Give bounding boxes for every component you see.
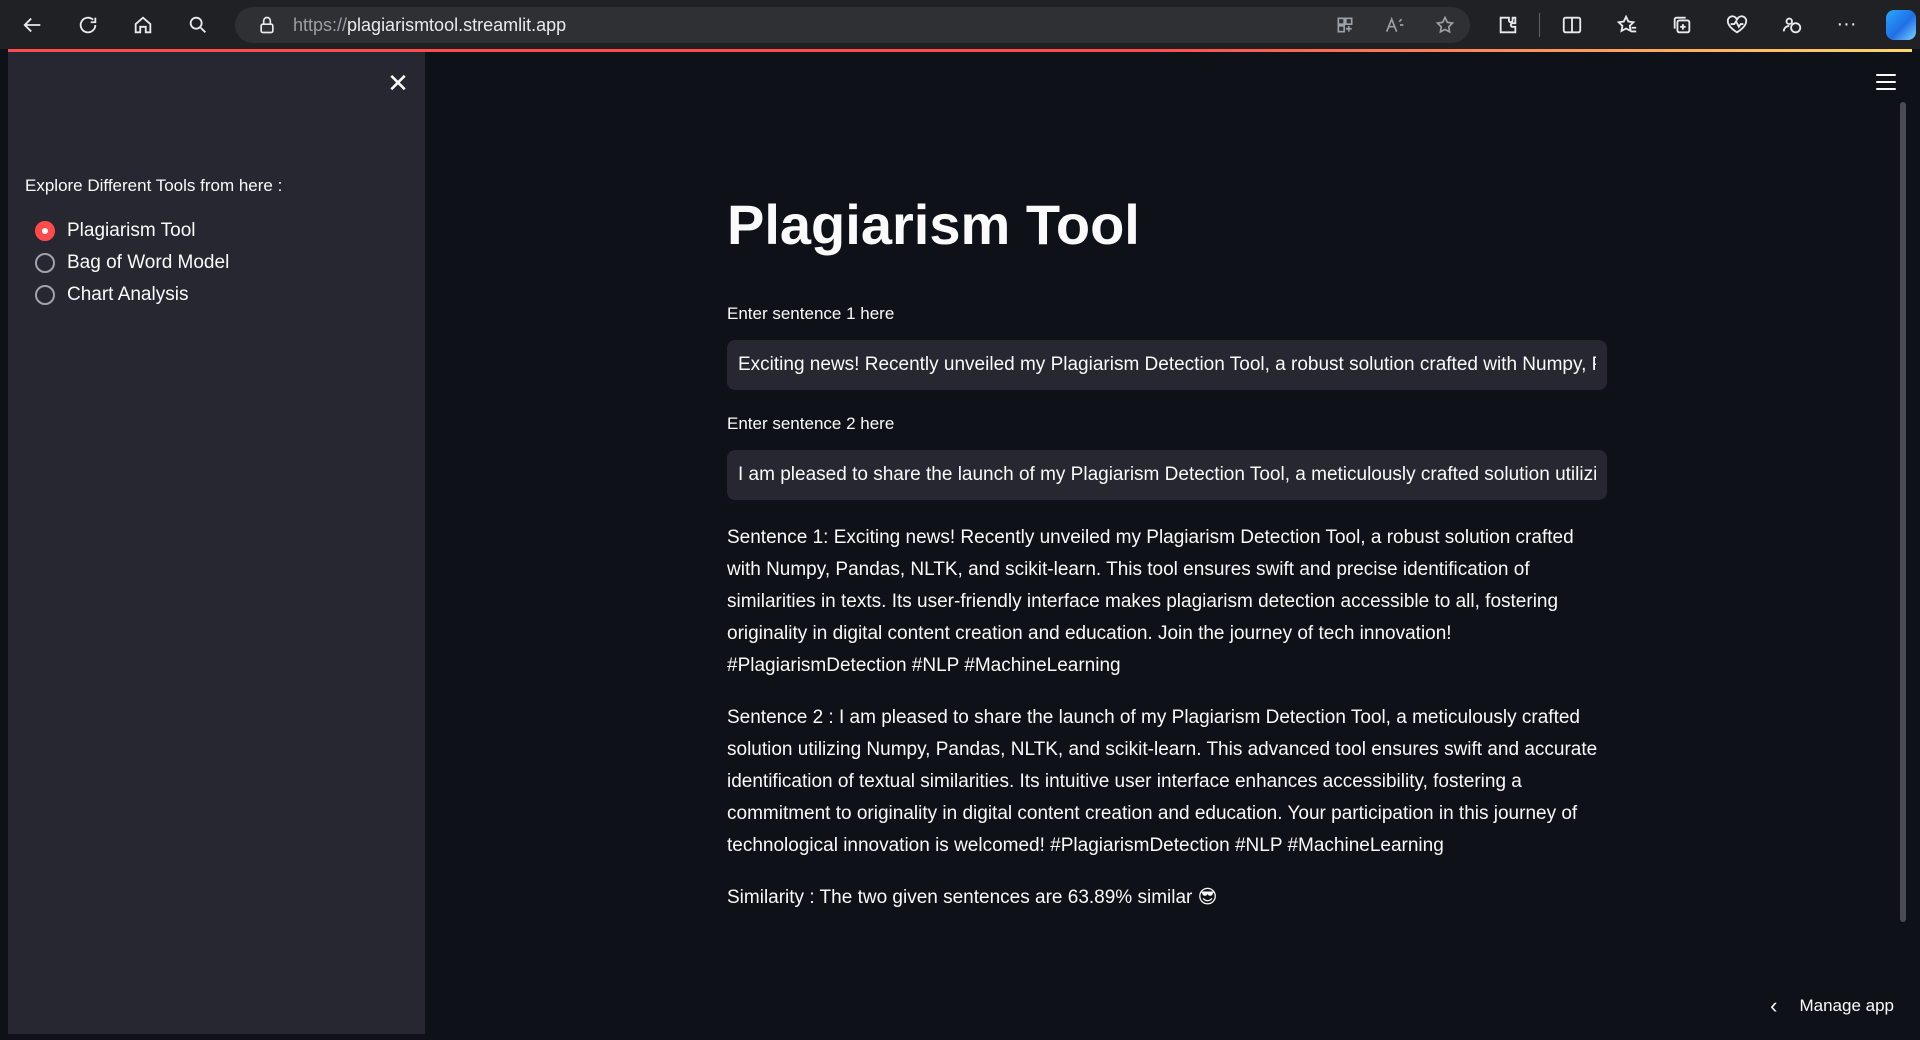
read-aloud-icon[interactable] (1370, 7, 1420, 43)
extensions-icon[interactable] (1480, 5, 1535, 45)
radio-unchecked-icon (35, 285, 55, 305)
sentence-1-input[interactable]: Exciting news! Recently unveiled my Plag… (727, 340, 1607, 390)
sidebar-radio-label: Explore Different Tools from here : (25, 176, 283, 195)
main-menu-button[interactable] (1874, 70, 1898, 94)
radio-option-label: Chart Analysis (67, 284, 189, 305)
close-icon: ✕ (387, 67, 409, 98)
browser-essentials-icon[interactable] (1709, 5, 1764, 45)
browser-toolbar: https://plagiarismtool.streamlit.app ··· (0, 0, 1920, 49)
radio-option-plagiarism-tool[interactable]: Plagiarism Tool (25, 215, 229, 247)
sidebar: ✕ Explore Different Tools from here : Pl… (8, 52, 425, 1034)
sentence-2-output: Sentence 2 : I am pleased to share the l… (727, 707, 1598, 856)
profile-sync-icon[interactable] (1764, 5, 1819, 45)
hamburger-icon (1876, 74, 1896, 76)
close-sidebar-button[interactable]: ✕ (383, 68, 413, 98)
sentence-1-value: Exciting news! Recently unveiled my Plag… (738, 354, 1596, 375)
back-button[interactable] (11, 7, 55, 43)
back-arrow-icon (23, 17, 41, 32)
radio-unchecked-icon (35, 253, 55, 273)
split-screen-icon[interactable] (1544, 5, 1599, 45)
favorites-icon[interactable] (1599, 5, 1654, 45)
home-button[interactable] (121, 7, 165, 43)
favorite-star-icon[interactable] (1420, 7, 1470, 43)
sentence-2-label: Enter sentence 2 here (727, 414, 895, 433)
radio-checked-icon (35, 221, 55, 241)
sentence-1-label: Enter sentence 1 here (727, 304, 895, 323)
url-text: https://plagiarismtool.streamlit.app (293, 14, 567, 35)
toolbar-divider (1539, 12, 1540, 37)
radio-option-label: Bag of Word Model (67, 252, 230, 273)
home-icon (134, 15, 152, 33)
lock-icon (260, 16, 274, 34)
address-bar[interactable]: https://plagiarismtool.streamlit.app (235, 7, 1470, 43)
collections-icon[interactable] (1654, 5, 1709, 45)
search-button[interactable] (176, 7, 220, 43)
search-icon (189, 16, 206, 33)
page-title: Plagiarism Tool (727, 193, 1140, 256)
streamlit-app: ✕ Explore Different Tools from here : Pl… (8, 52, 1912, 1034)
tools-radio-group: Plagiarism Tool Bag of Word Model Chart … (25, 215, 229, 311)
chevron-left-icon: ‹ (1770, 993, 1778, 1018)
hamburger-icon (1876, 81, 1896, 83)
hamburger-icon (1876, 88, 1896, 90)
radio-option-label: Plagiarism Tool (67, 220, 196, 241)
similarity-result: Similarity : The two given sentences are… (727, 887, 1218, 908)
sentence-1-output: Sentence 1: Exciting news! Recently unve… (727, 527, 1574, 676)
refresh-button[interactable] (66, 7, 110, 43)
sentence-2-value: I am pleased to share the launch of my P… (738, 464, 1596, 485)
app-available-icon[interactable] (1320, 7, 1370, 43)
manage-app-button[interactable]: ‹ Manage app (1770, 988, 1894, 1024)
copilot-icon[interactable] (1886, 9, 1916, 40)
radio-option-bag-of-word-model[interactable]: Bag of Word Model (25, 247, 229, 279)
refresh-icon (79, 16, 97, 33)
more-options-icon[interactable]: ··· (1819, 5, 1874, 45)
scrollbar[interactable] (1900, 102, 1906, 922)
manage-app-label: Manage app (1799, 996, 1894, 1015)
sentence-2-input[interactable]: I am pleased to share the launch of my P… (727, 450, 1607, 500)
radio-option-chart-analysis[interactable]: Chart Analysis (25, 279, 229, 311)
